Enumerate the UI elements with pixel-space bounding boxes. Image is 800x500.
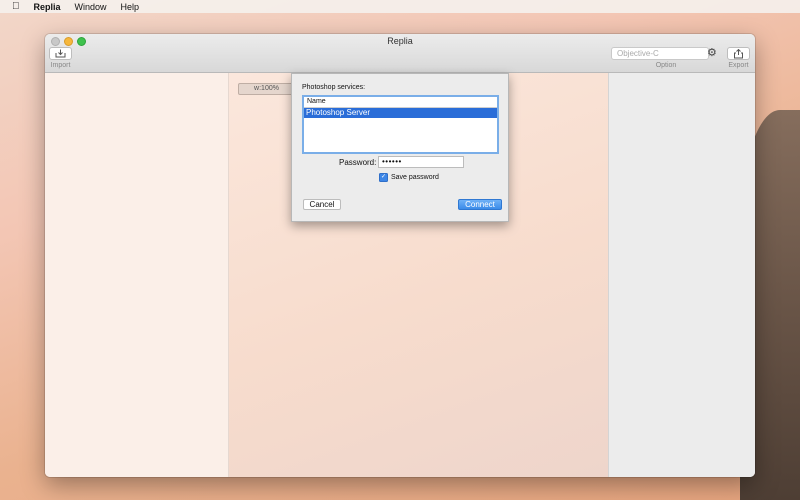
export-button[interactable] xyxy=(727,47,750,60)
list-item[interactable]: Photoshop Server xyxy=(304,108,497,118)
code-inspector-pane[interactable] xyxy=(608,73,755,477)
services-list[interactable]: Name Photoshop Server xyxy=(302,95,499,154)
save-password-checkbox[interactable]: ✓ xyxy=(379,173,388,182)
gear-icon[interactable]: ⚙ xyxy=(707,47,717,60)
share-export-icon xyxy=(734,48,743,58)
title-bar: Replia Import Objective-C ⚙ Option Expor… xyxy=(45,34,755,73)
zoom-indicator[interactable]: w:100% xyxy=(238,83,295,95)
connect-dialog: Photoshop services: Name Photoshop Serve… xyxy=(291,73,509,222)
save-password-label: Save password xyxy=(391,174,439,181)
menu-help[interactable]: Help xyxy=(121,2,140,12)
option-label: Option xyxy=(655,62,677,69)
password-field[interactable]: •••••• xyxy=(378,156,464,168)
password-label: Password: xyxy=(339,158,377,167)
language-field[interactable]: Objective-C xyxy=(611,47,709,60)
save-password-option[interactable]: ✓ Save password xyxy=(379,173,439,182)
connect-button[interactable]: Connect xyxy=(458,199,502,210)
menu-app-name[interactable]: Replia xyxy=(34,2,61,12)
menu-window[interactable]: Window xyxy=(75,2,107,12)
window-title: Replia xyxy=(387,36,413,46)
menu-bar:  Replia Window Help xyxy=(0,0,800,13)
services-label: Photoshop services: xyxy=(302,84,366,91)
import-tray-icon xyxy=(55,49,66,58)
export-label: Export xyxy=(728,62,749,69)
layer-sidebar[interactable] xyxy=(45,73,229,477)
import-button[interactable] xyxy=(49,47,72,60)
apple-menu-icon[interactable]:  xyxy=(12,1,20,12)
cancel-button[interactable]: Cancel xyxy=(303,199,341,210)
list-column-header[interactable]: Name xyxy=(304,97,497,108)
import-label: Import xyxy=(50,62,71,69)
